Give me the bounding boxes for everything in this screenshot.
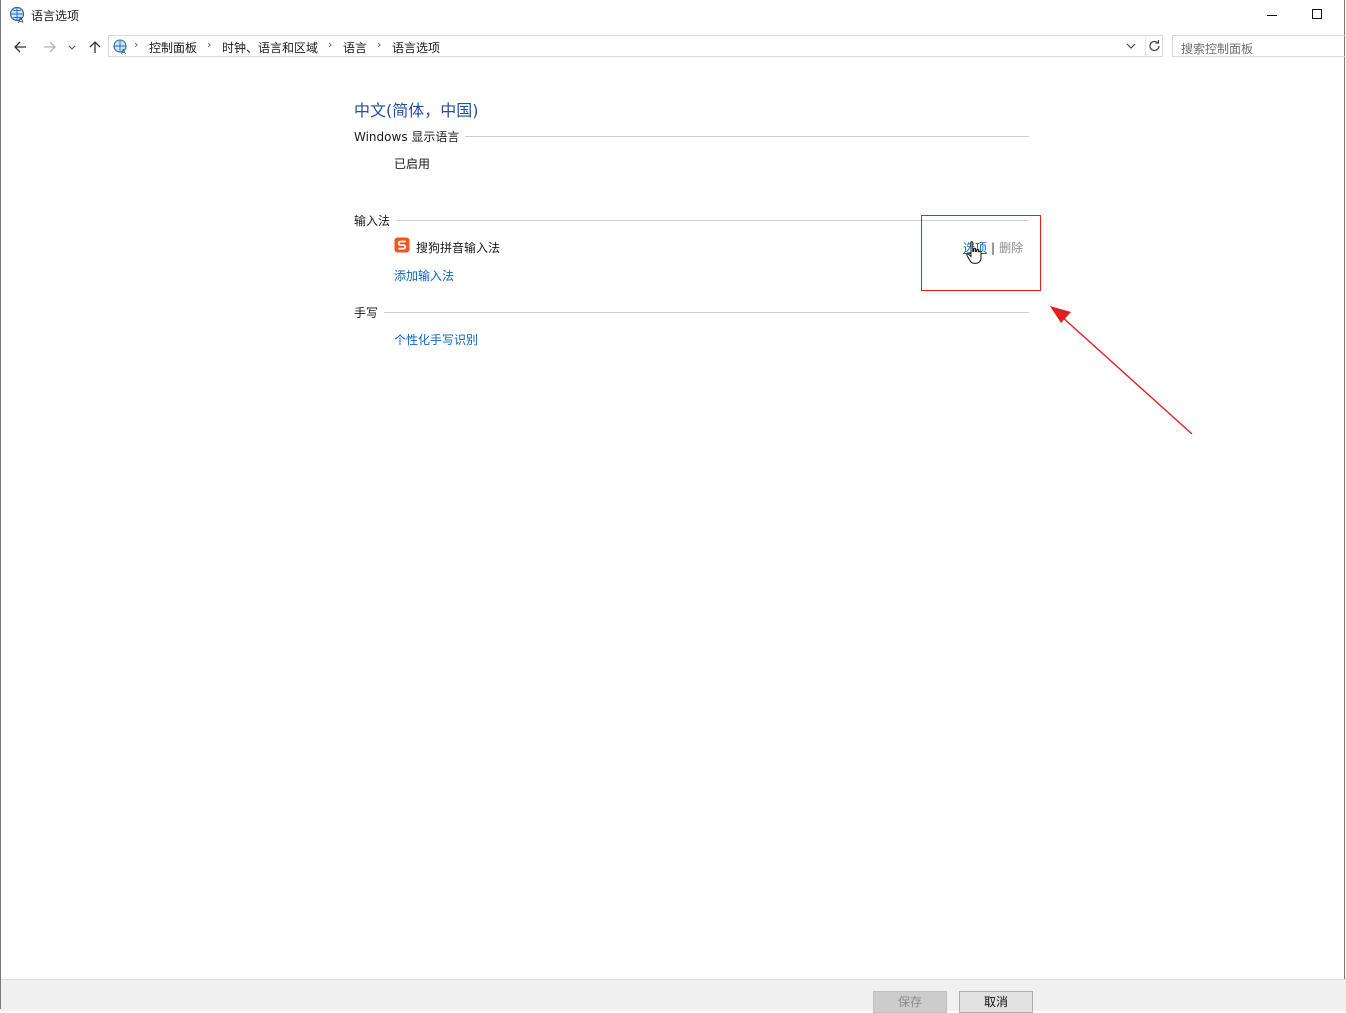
section-divider	[354, 312, 1029, 313]
back-button[interactable]	[11, 37, 31, 57]
maximize-button[interactable]	[1295, 0, 1341, 30]
maximize-icon	[1312, 9, 1322, 19]
arrow-right-icon	[44, 41, 56, 53]
title-bar: A 语言选项	[1, 0, 1344, 30]
breadcrumb-separator-icon: ›	[134, 38, 139, 51]
display-language-status: 已启用	[394, 157, 431, 171]
navigation-bar: A › 控制面板 › 时钟、语言和区域 › 语言 › 语言选项 搜索控制面板	[1, 35, 1346, 59]
recent-locations-button[interactable]	[65, 37, 79, 57]
search-placeholder: 搜索控制面板	[1181, 42, 1254, 56]
language-options-window: A 语言选项 A › 控制面板 › 时钟、语言和区域 › 语言 › 语言选项 搜…	[0, 0, 1346, 1013]
breadcrumb-separator-icon: ›	[328, 38, 333, 51]
chevron-down-icon	[68, 45, 76, 50]
search-input[interactable]: 搜索控制面板	[1172, 35, 1346, 57]
arrow-left-icon	[14, 41, 26, 53]
breadcrumb-separator-icon: ›	[207, 38, 212, 51]
personalize-handwriting-link[interactable]: 个性化手写识别	[394, 331, 478, 348]
control-panel-icon: A	[113, 39, 127, 55]
add-input-method-link[interactable]: 添加输入法	[394, 267, 454, 284]
language-globe-icon: A	[9, 6, 25, 24]
section-label: Windows 显示语言	[354, 128, 466, 145]
minimize-icon	[1267, 15, 1277, 16]
svg-text:A: A	[121, 48, 126, 55]
breadcrumb-language[interactable]: 语言	[343, 39, 367, 56]
dialog-footer: 保存 取消	[1, 979, 1346, 1013]
display-language-section: Windows 显示语言	[354, 128, 1029, 145]
language-heading: 中文(简体，中国)	[354, 101, 479, 120]
chevron-down-icon[interactable]	[1124, 39, 1138, 53]
handwriting-section: 手写	[354, 304, 1029, 321]
breadcrumb-language-options[interactable]: 语言选项	[392, 39, 440, 56]
breadcrumb-clock-language-region[interactable]: 时钟、语言和区域	[222, 39, 318, 56]
arrow-up-icon	[89, 41, 101, 53]
section-label: 输入法	[354, 212, 397, 229]
up-button[interactable]	[85, 37, 105, 57]
breadcrumb-control-panel[interactable]: 控制面板	[149, 39, 197, 56]
annotation-arrow-icon	[1050, 306, 1193, 435]
forward-button[interactable]	[40, 37, 60, 57]
address-bar[interactable]: A › 控制面板 › 时钟、语言和区域 › 语言 › 语言选项	[108, 35, 1163, 57]
svg-text:A: A	[18, 16, 24, 24]
breadcrumb-separator-icon: ›	[377, 38, 382, 51]
annotation-highlight-box	[921, 215, 1041, 291]
ime-name: 搜狗拼音输入法	[416, 241, 501, 255]
sogou-logo-icon	[394, 237, 410, 253]
section-label: 手写	[354, 304, 385, 321]
window-title: 语言选项	[31, 9, 80, 23]
minimize-button[interactable]	[1249, 0, 1295, 30]
refresh-icon[interactable]	[1145, 37, 1164, 55]
